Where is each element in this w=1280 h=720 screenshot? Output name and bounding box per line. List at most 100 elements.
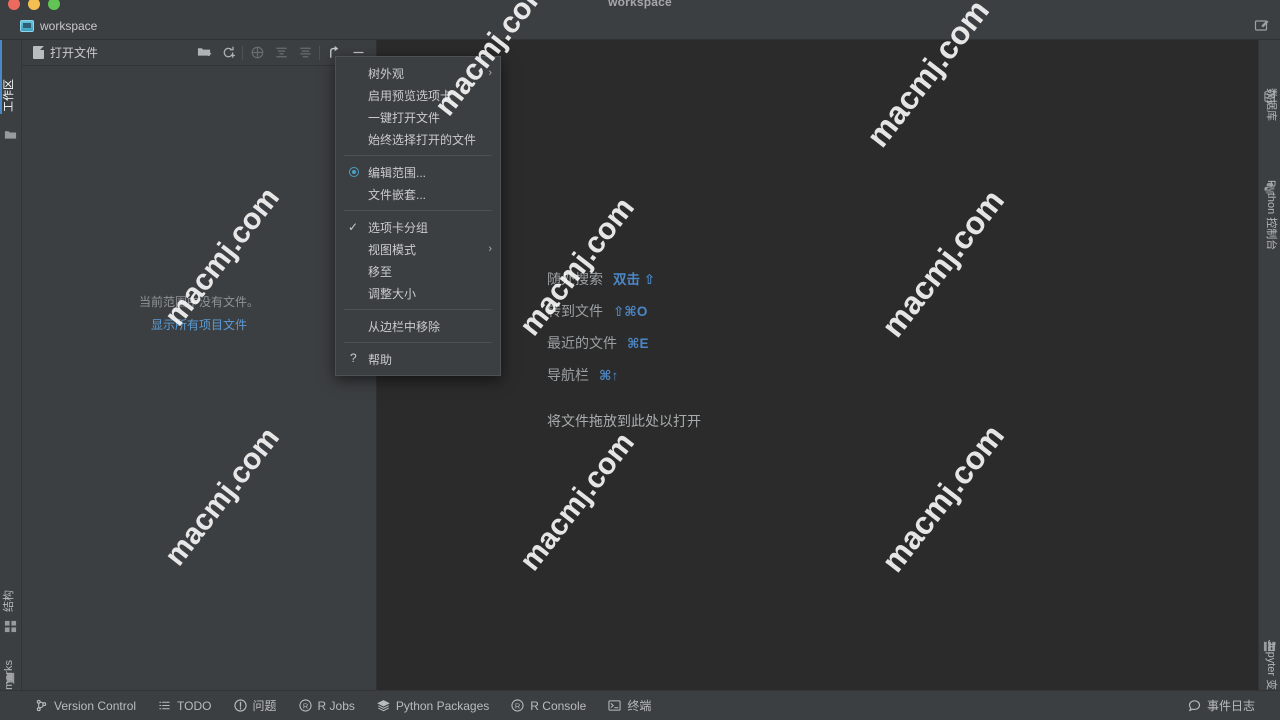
balloon-icon bbox=[1188, 699, 1201, 712]
panel-title-label: 打开文件 bbox=[50, 46, 99, 60]
welcome-shortcut: ⇧⌘O bbox=[613, 304, 648, 319]
sidebar-item-label: 工作区 bbox=[3, 79, 15, 112]
menu-separator bbox=[344, 309, 492, 310]
sidebar-item-structure[interactable]: 结构 bbox=[3, 590, 15, 612]
menu-item-tab-grouping[interactable]: ✓ 选项卡分组 bbox=[336, 216, 500, 238]
scope-icon[interactable] bbox=[245, 42, 269, 64]
welcome-row[interactable]: 最近的文件 ⌘E bbox=[547, 333, 701, 353]
svg-text:R: R bbox=[515, 701, 520, 710]
status-item-r-jobs[interactable]: R R Jobs bbox=[288, 691, 366, 720]
window-title: workspace bbox=[608, 0, 672, 9]
file-icon bbox=[33, 46, 44, 59]
status-bar-right-group: 事件日志 bbox=[1153, 697, 1266, 714]
welcome-shortcut: ⌘↑ bbox=[599, 368, 619, 383]
chevron-right-icon: › bbox=[488, 67, 492, 79]
menu-item-move-to[interactable]: 移至 bbox=[336, 260, 500, 282]
welcome-label: 随处搜索 bbox=[547, 271, 603, 287]
drop-files-hint: 将文件拖放到此处以打开 bbox=[547, 413, 701, 429]
active-tab-indicator bbox=[0, 40, 2, 114]
left-tool-strip: 工作区 结构 Bookmarks bbox=[0, 40, 22, 715]
expand-all-icon[interactable] bbox=[269, 42, 293, 64]
status-item-r-console[interactable]: R R Console bbox=[500, 691, 597, 720]
structure-grid-icon bbox=[4, 620, 17, 633]
menu-item-view-mode[interactable]: 视图模式 › bbox=[336, 238, 500, 260]
menu-item-label: 从边栏中移除 bbox=[368, 319, 441, 334]
r-icon: R bbox=[511, 699, 524, 712]
breadcrumb-bar: workspace bbox=[0, 12, 1280, 40]
menu-item-label: 编辑范围... bbox=[368, 165, 427, 180]
menu-item-label: 文件嵌套... bbox=[368, 187, 427, 202]
status-item-python-packages[interactable]: Python Packages bbox=[366, 691, 500, 720]
status-item-label: R Console bbox=[530, 698, 587, 713]
app-window: workspace workspace 工作区 结构 Bookmarks 数据库… bbox=[0, 0, 1280, 720]
status-item-label: Python Packages bbox=[395, 698, 490, 713]
breadcrumb[interactable]: workspace bbox=[20, 19, 97, 33]
database-icon bbox=[1263, 90, 1276, 103]
checkmark-icon: ✓ bbox=[348, 220, 359, 234]
terminal-icon bbox=[608, 699, 621, 712]
menu-item-label: 视图模式 bbox=[368, 242, 417, 257]
editor-welcome-area: 随处搜索 双击 ⇧ 转到文件 ⇧⌘O 最近的文件 ⌘E 导航栏 ⌘↑ 将文件拖放… bbox=[377, 40, 1256, 690]
table-panel-icon bbox=[1263, 640, 1276, 653]
menu-item-file-nesting[interactable]: 文件嵌套... bbox=[336, 183, 500, 205]
new-folder-icon[interactable] bbox=[192, 42, 216, 64]
refresh-add-icon[interactable] bbox=[216, 42, 240, 64]
welcome-row[interactable]: 导航栏 ⌘↑ bbox=[547, 365, 701, 385]
status-item-label: R Jobs bbox=[317, 698, 355, 713]
menu-separator bbox=[344, 342, 492, 343]
breadcrumb-label: workspace bbox=[40, 18, 98, 33]
menu-item-label: 帮助 bbox=[368, 352, 393, 367]
status-item-problems[interactable]: 问题 bbox=[223, 691, 288, 720]
status-item-event-log[interactable]: 事件日志 bbox=[1177, 697, 1266, 714]
open-files-panel: 打开文件 当前范围中没有文件。 显示所有项目文件 bbox=[22, 40, 377, 690]
folder-icon bbox=[4, 128, 17, 141]
welcome-shortcut: ⌘E bbox=[627, 336, 649, 351]
status-item-todo[interactable]: TODO bbox=[147, 691, 222, 720]
branch-icon bbox=[35, 699, 48, 712]
menu-item-label: 始终选择打开的文件 bbox=[368, 132, 477, 147]
panel-options-context-menu[interactable]: 树外观 › 启用预览选项卡 一键打开文件 始终选择打开的文件 编辑范围... 文… bbox=[335, 56, 501, 376]
sidebar-item-workspace[interactable]: 工作区 bbox=[3, 79, 15, 112]
menu-item-tree-appearance[interactable]: 树外观 › bbox=[336, 62, 500, 84]
chevron-right-icon: › bbox=[488, 243, 492, 255]
toolbar-separator bbox=[319, 45, 320, 60]
welcome-row[interactable]: 随处搜索 双击 ⇧ bbox=[547, 268, 701, 289]
menu-item-always-select-opened-file[interactable]: 始终选择打开的文件 bbox=[336, 128, 500, 150]
menu-item-enable-preview-tab[interactable]: 启用预览选项卡 bbox=[336, 84, 500, 106]
welcome-label: 导航栏 bbox=[547, 367, 589, 383]
panel-toolbar: 打开文件 bbox=[22, 40, 376, 66]
python-icon bbox=[1263, 182, 1276, 195]
sidebar-item-label: 结构 bbox=[3, 590, 15, 612]
show-all-project-files-link[interactable]: 显示所有项目文件 bbox=[22, 314, 376, 337]
bookmark-icon bbox=[4, 672, 17, 685]
r-icon: R bbox=[298, 699, 312, 712]
layers-icon bbox=[377, 699, 390, 712]
menu-item-label: 移至 bbox=[368, 264, 393, 279]
welcome-label: 转到文件 bbox=[547, 303, 603, 319]
menu-item-label: 调整大小 bbox=[368, 286, 417, 301]
menu-item-edit-scopes[interactable]: 编辑范围... bbox=[336, 161, 500, 183]
collapse-all-icon[interactable] bbox=[293, 42, 317, 64]
empty-message: 当前范围中没有文件。 bbox=[138, 295, 259, 309]
status-item-version-control[interactable]: Version Control bbox=[24, 691, 147, 720]
radio-selected-icon bbox=[349, 167, 359, 177]
panel-title: 打开文件 bbox=[33, 44, 98, 61]
welcome-label: 最近的文件 bbox=[547, 335, 617, 351]
toolbar-separator bbox=[242, 45, 243, 60]
status-item-label: 终端 bbox=[627, 699, 652, 713]
menu-item-resize[interactable]: 调整大小 bbox=[336, 282, 500, 304]
menu-separator bbox=[344, 210, 492, 211]
status-item-label: 事件日志 bbox=[1206, 699, 1255, 713]
status-item-terminal[interactable]: 终端 bbox=[597, 691, 662, 720]
welcome-row[interactable]: 转到文件 ⇧⌘O bbox=[547, 301, 701, 321]
menu-item-remove-from-sidebar[interactable]: 从边栏中移除 bbox=[336, 315, 500, 337]
project-icon bbox=[20, 19, 34, 32]
menu-item-open-files-with-single-click[interactable]: 一键打开文件 bbox=[336, 106, 500, 128]
empty-state: 当前范围中没有文件。 显示所有项目文件 bbox=[22, 291, 376, 337]
menu-item-help[interactable]: ? 帮助 bbox=[336, 348, 500, 370]
question-mark-icon: ? bbox=[350, 351, 357, 365]
status-item-label: Version Control bbox=[54, 698, 137, 713]
edit-feedback-icon[interactable] bbox=[1254, 18, 1270, 34]
status-bar: Version Control TODO 问题 R R Jobs Python … bbox=[0, 690, 1280, 720]
svg-text:R: R bbox=[302, 701, 307, 710]
